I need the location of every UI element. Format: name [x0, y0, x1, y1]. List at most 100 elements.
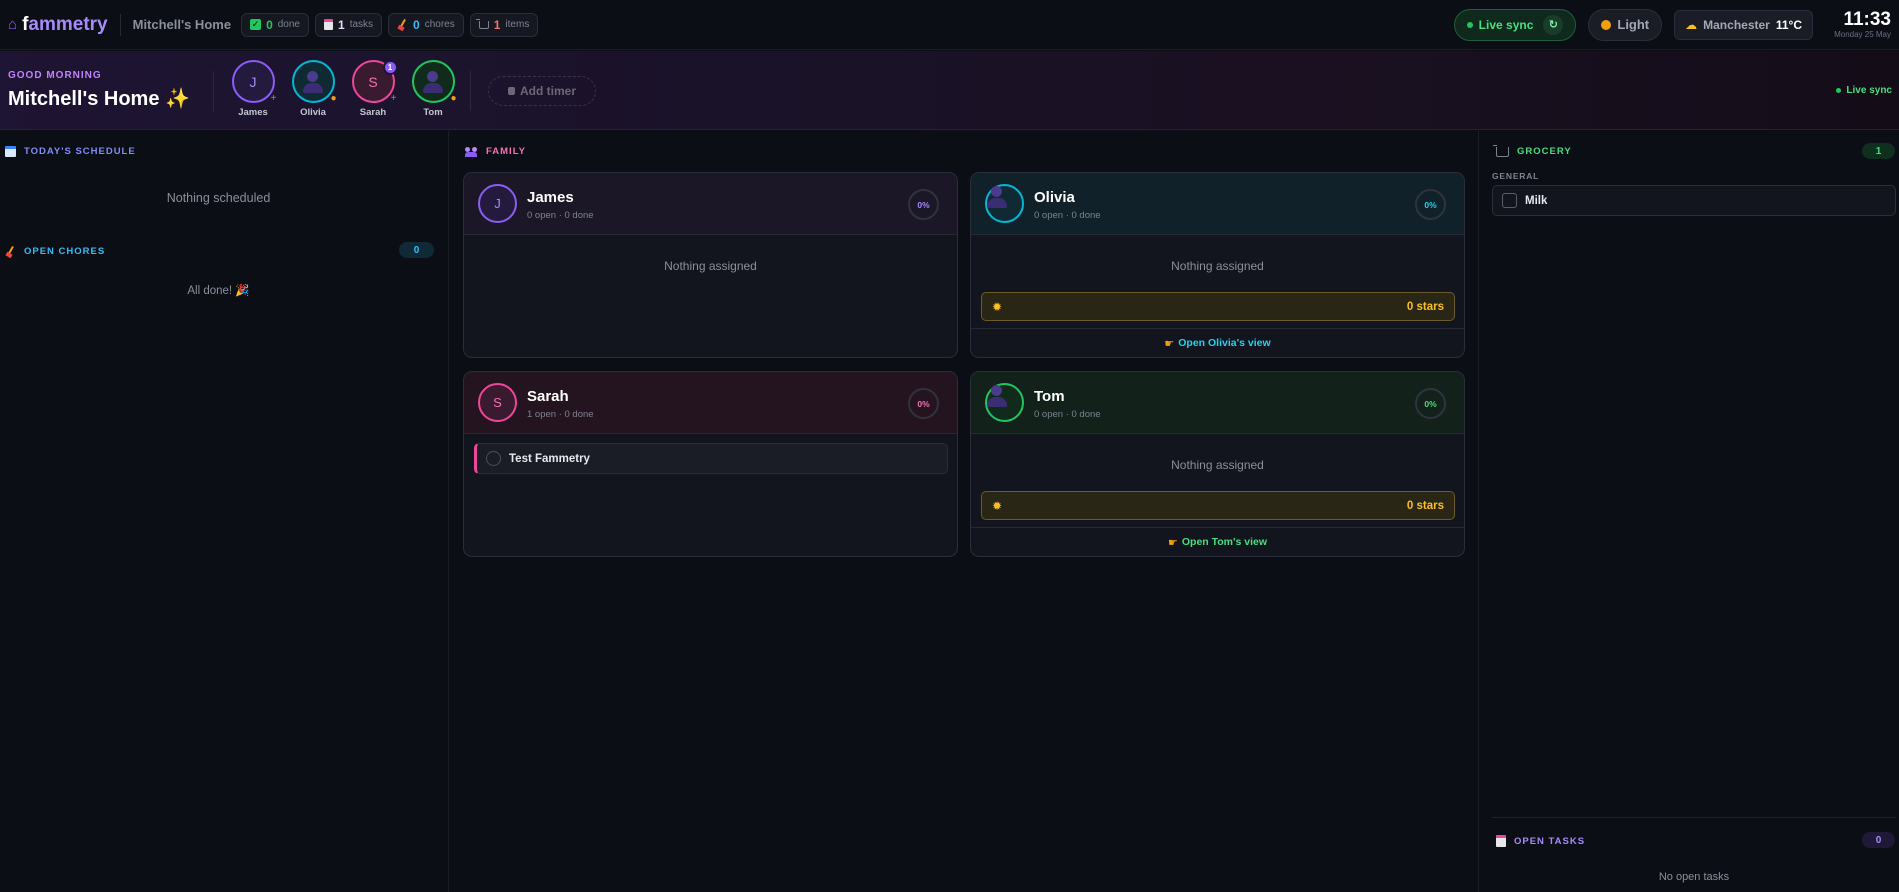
calendar-icon [5, 146, 16, 157]
member-name: Sarah [359, 107, 387, 118]
home-name: Mitchell's Home [132, 17, 232, 32]
clock-time: 11:33 [1843, 9, 1891, 30]
grocery-item[interactable]: Milk [1492, 185, 1896, 216]
task-label: Test Fammetry [509, 452, 590, 465]
stat-done-label: done [277, 19, 300, 30]
member-summary: 1 open · 0 done [527, 409, 594, 420]
card-header: Tom 0 open · 0 done 0% [971, 372, 1464, 434]
person-icon [423, 70, 443, 93]
sun-icon [1601, 19, 1612, 30]
logo-rest: ammetry [28, 13, 108, 35]
check-icon: ✓ [250, 19, 262, 30]
member-tom[interactable]: ● Tom [410, 60, 457, 118]
cart-icon [1493, 144, 1509, 157]
family-title: FAMILY [486, 146, 526, 157]
item-checkbox[interactable] [1502, 193, 1517, 208]
stat-chores-label: chores [424, 19, 455, 30]
link-label: Open Tom's view [1181, 536, 1268, 548]
avatar: J [478, 184, 517, 223]
weather-temp: 11°C [1775, 17, 1802, 32]
clipboard-icon [324, 19, 333, 30]
avatar [985, 184, 1024, 223]
avatar: S [478, 383, 517, 422]
clock-date: Monday 25 May [1834, 30, 1891, 39]
open-tom-view-link[interactable]: ☛ Open Tom's view [971, 527, 1464, 556]
left-column: TODAY'S SCHEDULE Nothing scheduled OPEN … [0, 131, 449, 892]
chores-empty: All done! 🎉 [187, 285, 250, 297]
open-tasks-title: OPEN TASKS [1514, 835, 1586, 847]
open-tasks-empty: No open tasks [1658, 871, 1730, 883]
member-name: James [238, 107, 268, 118]
clock: 11:33 Monday 25 May [1825, 10, 1891, 39]
avatar: S 1 + [351, 60, 398, 104]
right-column: GROCERY 1 GENERAL Milk OPEN TASKS 0 No o… [1480, 131, 1899, 892]
member-name: Tom [423, 107, 443, 118]
page-title: Mitchell's Home ✨ [8, 88, 190, 110]
add-timer-button[interactable]: Add timer [488, 76, 596, 106]
open-olivia-view-link[interactable]: ☛ Open Olivia's view [971, 328, 1464, 357]
theme-toggle[interactable]: Light [1588, 8, 1663, 41]
grocery-header: GROCERY [1493, 144, 1572, 157]
divider [213, 71, 214, 111]
stars-value: 0 stars [1406, 499, 1444, 512]
member-summary: 0 open · 0 done [527, 210, 594, 221]
member-summary: 0 open · 0 done [1034, 409, 1101, 420]
status-dot [1836, 88, 1842, 93]
weather-widget: ☁ Manchester 11°C [1674, 9, 1813, 40]
member-name: James [527, 189, 574, 206]
open-tasks-header: OPEN TASKS [1496, 835, 1585, 847]
chores-title: OPEN CHORES [24, 246, 106, 257]
avatar: ● [291, 60, 337, 104]
add-timer-label: Add timer [519, 84, 576, 98]
plus-icon: + [390, 93, 397, 104]
open-tasks-count: 0 [1862, 832, 1895, 848]
stat-done: ✓ 0 done [241, 12, 309, 37]
stat-done-value: 0 [266, 17, 273, 32]
stat-tasks: 1 tasks [315, 12, 383, 37]
notification-badge: 1 [382, 60, 398, 75]
member-james[interactable]: J + James [230, 60, 277, 118]
member-card-tom[interactable]: Tom 0 open · 0 done 0% Nothing assigned … [970, 371, 1465, 557]
avatar-initial: J [249, 73, 257, 90]
star-icon: ✹ [992, 498, 1003, 513]
member-sarah[interactable]: S 1 + Sarah [350, 60, 398, 118]
member-olivia[interactable]: ● Olivia [290, 60, 337, 118]
card-header: J James 0 open · 0 done 0% [464, 173, 957, 235]
item-label: Milk [1525, 194, 1548, 207]
member-name: Olivia [300, 107, 326, 118]
empty-state: Nothing assigned [1171, 458, 1264, 472]
family-icon [465, 146, 478, 157]
refresh-icon[interactable]: ↻ [1543, 14, 1564, 35]
pointer-icon: ☛ [1164, 337, 1175, 350]
card-header: S Sarah 1 open · 0 done 0% [464, 372, 957, 434]
cart-icon [475, 18, 489, 29]
schedule-empty: Nothing scheduled [166, 191, 271, 205]
progress-ring: 0% [908, 189, 939, 220]
schedule-title: TODAY'S SCHEDULE [24, 146, 136, 157]
live-sync-button[interactable]: Live sync ↻ [1453, 8, 1577, 41]
hand-icon: ● [330, 93, 337, 104]
grocery-count: 1 [1862, 143, 1895, 159]
member-card-olivia[interactable]: Olivia 0 open · 0 done 0% Nothing assign… [970, 172, 1465, 358]
divider [1492, 817, 1896, 818]
avatar-initial: J [494, 196, 501, 211]
family-column: FAMILY J James 0 open · 0 done 0% Nothin… [449, 131, 1479, 892]
task-item[interactable]: Test Fammetry [474, 443, 948, 474]
stat-tasks-value: 1 [338, 17, 345, 32]
timer-icon [507, 87, 515, 95]
avatar: ● [411, 60, 457, 104]
stat-items-value: 1 [493, 17, 501, 32]
top-bar: ⌂ fammetry Mitchell's Home ✓ 0 done 1 ta… [0, 0, 1899, 50]
chores-count: 0 [399, 242, 434, 258]
card-header: Olivia 0 open · 0 done 0% [971, 173, 1464, 235]
live-sync-indicator: Live sync [1836, 85, 1892, 96]
stars-bar: ✹ 0 stars [981, 491, 1455, 520]
live-sync-label: Live sync [1846, 85, 1892, 96]
weather-city: Manchester [1703, 17, 1770, 32]
stat-items: 1 items [469, 12, 539, 37]
app-logo[interactable]: ⌂ fammetry [8, 14, 108, 36]
member-card-james[interactable]: J James 0 open · 0 done 0% Nothing assig… [463, 172, 958, 358]
member-card-sarah[interactable]: S Sarah 1 open · 0 done 0% Test Fammetry [463, 371, 958, 557]
task-checkbox[interactable] [486, 451, 501, 466]
progress-ring: 0% [908, 388, 939, 419]
